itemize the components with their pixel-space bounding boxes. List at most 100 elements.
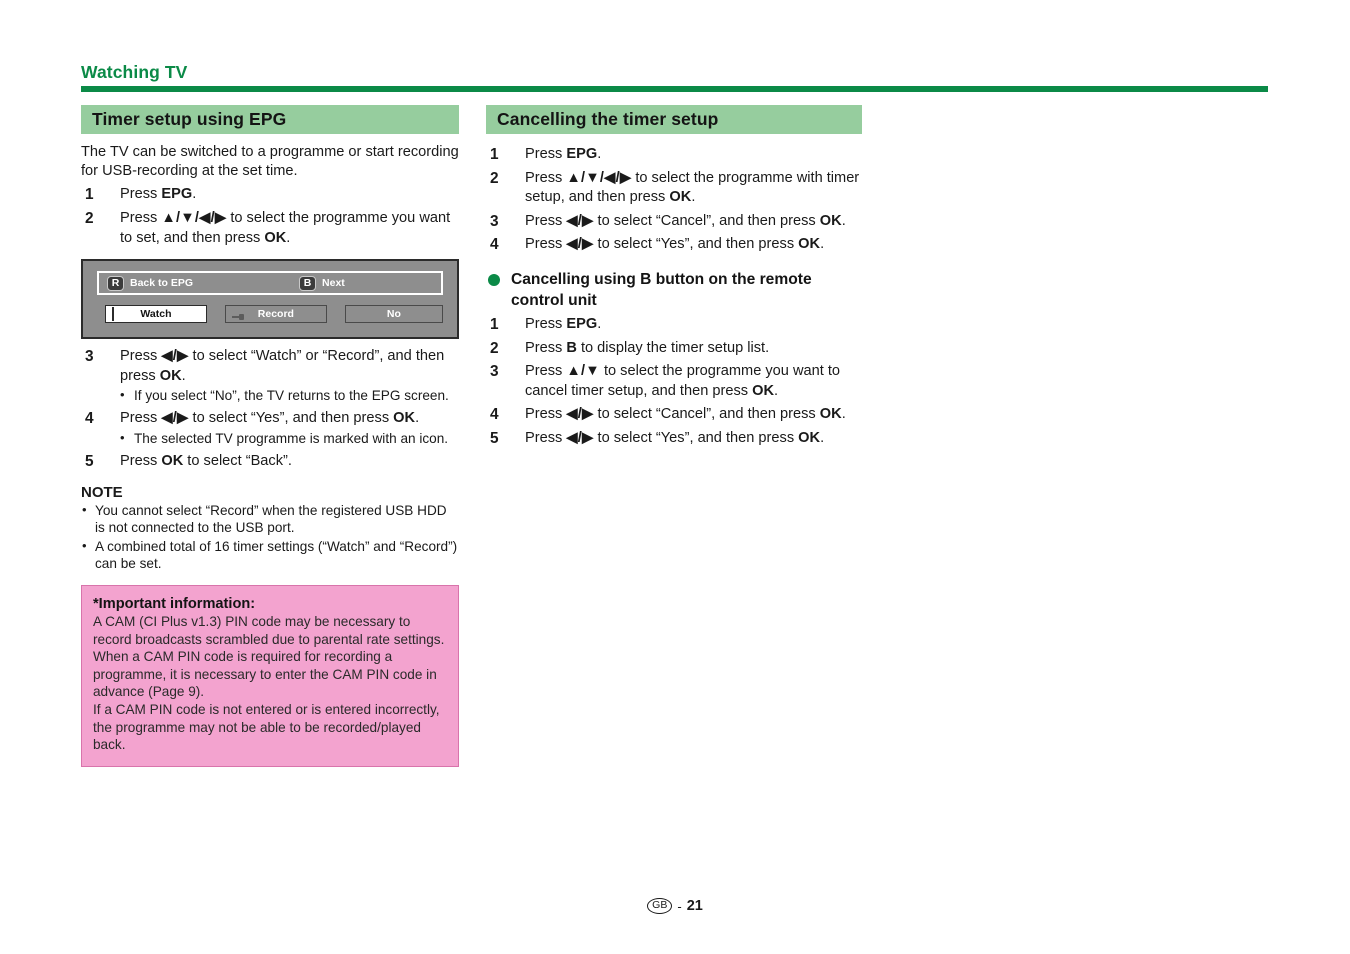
blue-key-icon: B xyxy=(299,275,317,291)
step-item: 1 Press EPG. xyxy=(81,185,459,205)
step-item: 3 Press ◀/▶ to select “Cancel”, and then… xyxy=(486,212,862,232)
step-text-tail: . xyxy=(774,382,779,399)
step-text-lead: Press xyxy=(120,348,162,365)
step-subnote: The selected TV programme is marked with… xyxy=(120,429,459,448)
osd-key-next: B Next xyxy=(299,275,345,291)
note-list: You cannot select “Record” when the regi… xyxy=(81,501,459,573)
step-text-lead: Press xyxy=(120,186,162,203)
arrow-keys-icon: ◀/▶ xyxy=(566,406,594,423)
osd-button-no[interactable]: No xyxy=(344,305,444,324)
step-number: 2 xyxy=(490,339,499,357)
steps-before-figure: 1 Press EPG. 2 Press ▲/▼/◀/▶ to select t… xyxy=(81,185,459,248)
step-text-lead: Press xyxy=(525,406,567,423)
step-number: 1 xyxy=(490,315,499,333)
step-number: 2 xyxy=(85,210,94,227)
step-item: 1 Press EPG. xyxy=(486,315,862,335)
step-number: 1 xyxy=(490,146,499,163)
page-number: 21 xyxy=(686,898,703,914)
step-item: 2 Press ▲/▼/◀/▶ to select the programme … xyxy=(81,209,459,248)
step-text-lead: Press xyxy=(525,429,567,446)
steps-after-figure: 3 Press ◀/▶ to select “Watch” or “Record… xyxy=(81,347,459,471)
step-key: OK xyxy=(669,189,692,206)
step-item: 5 Press OK to select “Back”. xyxy=(81,452,459,472)
manual-page: Watching TV Timer setup using EPG The TV… xyxy=(0,0,1350,954)
step-number: 2 xyxy=(490,169,499,187)
note-item: You cannot select “Record” when the regi… xyxy=(81,501,459,537)
step-key: OK xyxy=(819,406,842,423)
step-text-lead: Press xyxy=(525,169,567,186)
arrow-keys-icon: ◀/▶ xyxy=(161,410,189,427)
step-text-lead: Press xyxy=(525,339,567,356)
step-key: OK xyxy=(393,410,416,427)
step-text-tail: . xyxy=(286,229,291,246)
step-text-mid: to select “Cancel”, and then press xyxy=(593,212,820,229)
important-information-box: *Important information: A CAM (CI Plus v… xyxy=(81,584,459,767)
tv-icon xyxy=(112,307,114,322)
osd-button-record[interactable]: Record xyxy=(224,305,327,324)
step-key: EPG xyxy=(161,186,193,203)
page-footer: GB - 21 xyxy=(0,898,1350,914)
step-text-lead: Press xyxy=(120,210,162,226)
step-key: B xyxy=(566,339,577,356)
step-text-tail: to select “Back”. xyxy=(183,452,292,469)
running-head: Watching TV xyxy=(81,62,188,82)
section-header-cancelling-timer: Cancelling the timer setup xyxy=(486,105,862,134)
section-intro: The TV can be switched to a programme or… xyxy=(81,144,459,180)
section-header-timer-setup: Timer setup using EPG xyxy=(81,105,459,134)
arrow-keys-icon: ◀/▶ xyxy=(161,348,189,365)
step-item: 4 Press ◀/▶ to select “Yes”, and then pr… xyxy=(81,409,459,448)
step-text-tail: . xyxy=(415,410,420,427)
arrow-keys-icon: ◀/▶ xyxy=(566,429,594,446)
step-item: 4 Press ◀/▶ to select “Cancel”, and then… xyxy=(486,405,862,425)
important-paragraph: When a CAM PIN code is required for reco… xyxy=(93,649,437,700)
green-bullet-icon xyxy=(488,273,500,286)
step-text-lead: Press xyxy=(525,236,567,253)
step-text-mid: to select “Yes”, and then press xyxy=(593,429,799,446)
important-paragraph: If a CAM PIN code is not entered or is e… xyxy=(93,701,440,753)
arrow-keys-icon: ▲/▼/◀/▶ xyxy=(566,169,632,186)
note-item: A combined total of 16 timer settings (“… xyxy=(81,537,459,573)
step-subnote: If you select “No”, the TV returns to th… xyxy=(120,386,459,405)
step-key: OK xyxy=(752,382,775,399)
step-key: OK xyxy=(819,212,842,229)
step-number: 4 xyxy=(490,406,499,424)
step-text-lead: Press xyxy=(120,452,162,469)
red-key-icon: R xyxy=(107,275,124,291)
left-column: Timer setup using EPG The TV can be swit… xyxy=(81,105,459,767)
region-code-badge: GB xyxy=(647,898,673,914)
step-key: OK xyxy=(798,429,821,446)
step-key: EPG xyxy=(566,146,598,162)
subsection-title: Cancelling using B button on the remote … xyxy=(511,270,812,309)
important-paragraph: A CAM (CI Plus v1.3) PIN code may be nec… xyxy=(93,613,445,647)
arrow-keys-icon: ◀/▶ xyxy=(566,236,594,253)
step-number: 5 xyxy=(85,452,94,470)
step-number: 5 xyxy=(490,429,499,447)
arrow-keys-icon: ▲/▼ xyxy=(566,363,600,380)
osd-button-watch[interactable]: Watch xyxy=(105,305,207,324)
header-rule xyxy=(81,86,1268,92)
step-key: OK xyxy=(161,452,184,469)
step-text-tail: . xyxy=(597,146,602,162)
step-number: 3 xyxy=(490,212,499,230)
step-item: 2 Press B to display the timer setup lis… xyxy=(486,339,862,359)
step-text-lead: Press xyxy=(525,315,567,332)
subsection-heading-cancel-b-button: Cancelling using B button on the remote … xyxy=(486,269,862,311)
arrow-keys-icon: ◀/▶ xyxy=(566,212,594,229)
step-text-mid: to select “Yes”, and then press xyxy=(593,236,799,253)
section-title: Cancelling the timer setup xyxy=(497,109,719,129)
step-text-tail: . xyxy=(841,212,846,229)
note-heading: NOTE xyxy=(81,483,123,501)
step-text-lead: Press xyxy=(525,212,567,229)
step-text-tail: . xyxy=(691,189,696,206)
step-text-tail: . xyxy=(841,406,846,423)
step-text-tail: . xyxy=(192,186,197,203)
step-number: 4 xyxy=(490,236,499,254)
cancel-b-steps: 1 Press EPG. 2 Press B to display the ti… xyxy=(486,315,862,449)
important-title: *Important information: xyxy=(93,595,256,612)
step-text-lead: Press xyxy=(525,363,567,380)
footer-dash: - xyxy=(677,898,682,914)
step-text-mid: to select “Cancel”, and then press xyxy=(593,406,820,423)
arrow-keys-icon: ▲/▼/◀/▶ xyxy=(161,210,227,226)
tv-osd-figure: R Back to EPG B Next Watch Record No xyxy=(81,259,459,340)
step-item: 1 Press EPG. xyxy=(486,145,862,165)
